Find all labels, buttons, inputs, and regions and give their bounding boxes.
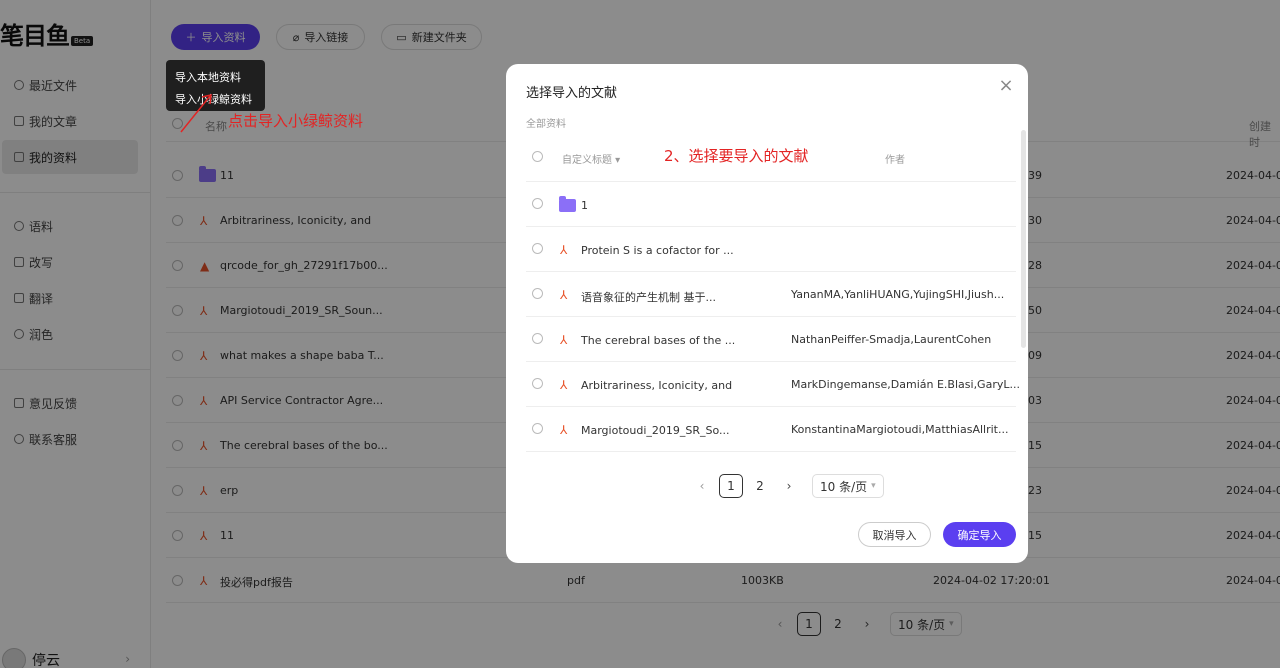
cancel-import-button[interactable]: 取消导入 [858, 522, 931, 547]
confirm-import-button[interactable]: 确定导入 [943, 522, 1016, 547]
scrollbar[interactable] [1021, 130, 1026, 348]
breadcrumb[interactable]: 全部资料 [526, 115, 566, 130]
row-author: YananMA,YanliHUANG,YujingSHI,Jiush... [791, 288, 1005, 301]
modal-row[interactable]: ⅄ The cerebral bases of the ... NathanPe… [526, 317, 1016, 362]
row-name: The cerebral bases of the ... [581, 334, 736, 347]
confirm-import-label: 确定导入 [957, 528, 1002, 542]
pdf-icon: ⅄ [560, 243, 568, 257]
folder-icon [559, 196, 576, 212]
annotation-arrow-icon [180, 94, 212, 133]
import-local-item[interactable]: 导入本地资料 [175, 67, 265, 89]
pdf-icon: ⅄ [560, 423, 568, 437]
import-modal: 选择导入的文献 × 全部资料 自定义标题 ▾ 2、选择要导入的文献 作者 1 ⅄… [506, 64, 1028, 563]
modal-pagination: ‹ 1 2 › 10 条/页 ▾ [690, 474, 884, 498]
pdf-icon: ⅄ [560, 333, 568, 347]
modal-title: 选择导入的文献 [526, 86, 618, 101]
row-radio[interactable] [532, 288, 543, 299]
annotation-step1: 点击导入小绿鲸资料 [228, 112, 364, 130]
column-title: 自定义标题 [562, 155, 612, 166]
page-1[interactable]: 1 [719, 474, 743, 498]
modal-table-header: 自定义标题 ▾ 2、选择要导入的文献 作者 [526, 142, 1016, 182]
row-radio[interactable] [532, 333, 543, 344]
page-2[interactable]: 2 [748, 474, 772, 498]
modal-row[interactable]: 1 [526, 182, 1016, 227]
prev-page-icon[interactable]: ‹ [690, 474, 714, 498]
page-size-value: 10 条/页 [820, 479, 868, 494]
modal-row[interactable]: ⅄ Protein S is a cofactor for ... [526, 227, 1016, 272]
row-radio[interactable] [532, 198, 543, 209]
chevron-down-icon: ▾ [871, 481, 876, 491]
page-size-select[interactable]: 10 条/页 ▾ [812, 474, 884, 498]
row-name: Arbitrariness, Iconicity, and [581, 379, 733, 392]
row-name: 语音象征的产生机制 基于... [581, 291, 716, 304]
select-all-radio[interactable] [532, 151, 543, 162]
row-radio[interactable] [532, 423, 543, 434]
column-title-sort[interactable]: 自定义标题 ▾ [562, 151, 620, 166]
row-radio[interactable] [532, 243, 543, 254]
close-icon[interactable]: × [998, 77, 1014, 95]
modal-row[interactable]: ⅄ Margiotoudi_2019_SR_So... KonstantinaM… [526, 407, 1016, 452]
row-name: 1 [581, 199, 588, 212]
modal-row[interactable]: ⅄ Arbitrariness, Iconicity, and MarkDing… [526, 362, 1020, 407]
cancel-import-label: 取消导入 [872, 528, 917, 542]
pdf-icon: ⅄ [560, 288, 568, 302]
column-author: 作者 [885, 155, 905, 166]
pdf-icon: ⅄ [560, 378, 568, 392]
next-page-icon[interactable]: › [777, 474, 801, 498]
row-author: KonstantinaMargiotoudi,MatthiasAllrit... [791, 423, 1009, 436]
row-name: Protein S is a cofactor for ... [581, 244, 734, 257]
annotation-step2: 2、选择要导入的文献 [664, 147, 809, 165]
row-author: MarkDingemanse,Damián E.Blasi,GaryL... [791, 378, 1020, 391]
modal-row[interactable]: ⅄ 语音象征的产生机制 基于... YananMA,YanliHUANG,Yuj… [526, 272, 1016, 317]
row-radio[interactable] [532, 378, 543, 389]
row-author: NathanPeiffer-Smadja,LaurentCohen [791, 333, 992, 346]
row-name: Margiotoudi_2019_SR_So... [581, 424, 730, 437]
